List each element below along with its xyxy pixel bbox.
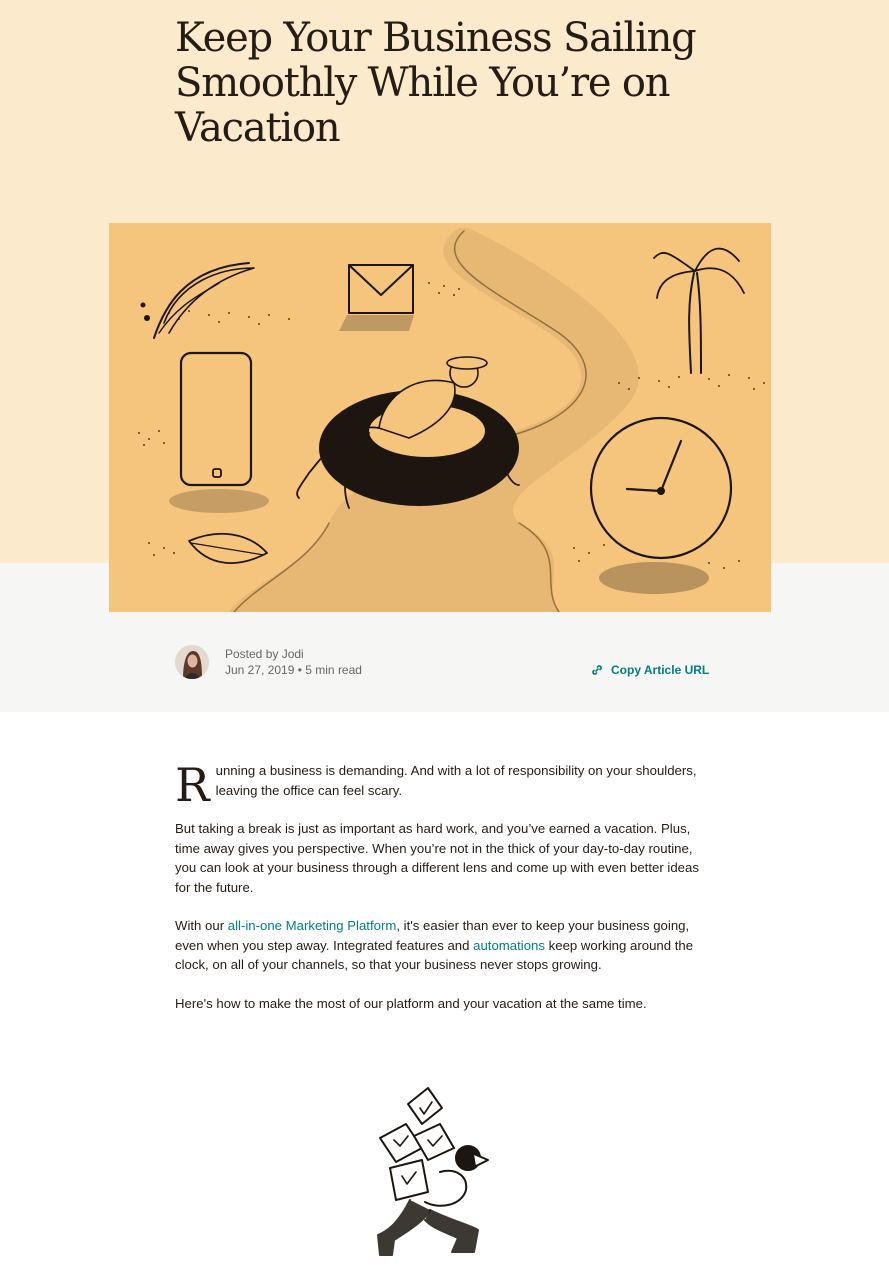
link-icon [591, 664, 603, 676]
page-title: Keep Your Business Sailing Smoothly Whil… [175, 15, 697, 151]
posted-by: Posted by Jodi [225, 647, 304, 661]
automations-link[interactable]: automations [473, 938, 545, 953]
paragraph-3-text-a: With our [175, 918, 228, 933]
article-body: Running a business is demanding. And wit… [175, 761, 715, 1032]
intro-text: unning a business is demanding. And with… [215, 763, 697, 798]
copy-article-url-label: Copy Article URL [611, 663, 710, 677]
paragraph-2: But taking a break is just as important … [175, 821, 699, 895]
post-date-read-time: Jun 27, 2019 • 5 min read [225, 663, 362, 677]
article-meta: Posted by Jodi Jun 27, 2019 • 5 min read… [175, 645, 715, 681]
drop-cap: R [175, 758, 210, 812]
paragraph-3: With our all-in-one Marketing Platform, … [175, 916, 715, 975]
copy-article-url-button[interactable]: Copy Article URL [591, 662, 709, 678]
paragraph-4: Here's how to make the most of our platf… [175, 995, 647, 1011]
hero-illustration [109, 223, 771, 612]
boxes-carrier-illustration [370, 1080, 495, 1260]
intro-paragraph: Running a business is demanding. And wit… [175, 761, 715, 808]
marketing-platform-link[interactable]: all-in-one Marketing Platform [228, 918, 397, 933]
author-avatar [175, 645, 209, 679]
